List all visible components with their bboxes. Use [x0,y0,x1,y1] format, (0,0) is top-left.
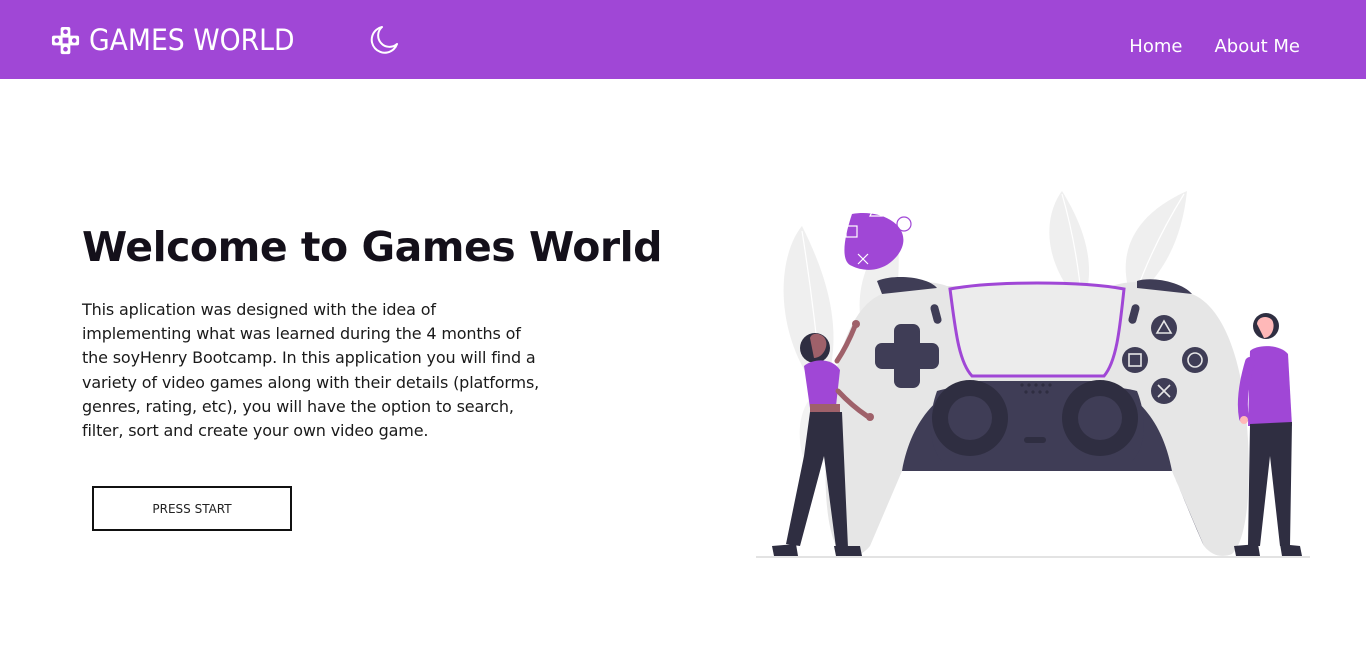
hero-illustration [752,186,1314,564]
floating-symbols [844,202,912,270]
top-navbar: GAMES WORLD Home About Me [0,0,1366,79]
controller [825,276,1249,556]
hero-title: Welcome to Games World [82,223,663,271]
nav-home-link[interactable]: Home [1129,36,1182,58]
theme-toggle-button[interactable] [368,24,400,56]
main-nav: Home About Me [1129,36,1300,58]
hero-description: This aplication was designed with the id… [82,300,540,441]
press-start-button[interactable]: PRESS START [92,486,292,531]
gaming-controller-illustration [756,191,1310,558]
brand-name: GAMES WORLD [89,23,295,57]
brand[interactable]: GAMES WORLD [50,22,312,58]
gamepad-icon [51,26,80,54]
nav-about-link[interactable]: About Me [1214,36,1300,58]
moon-icon [370,26,398,54]
